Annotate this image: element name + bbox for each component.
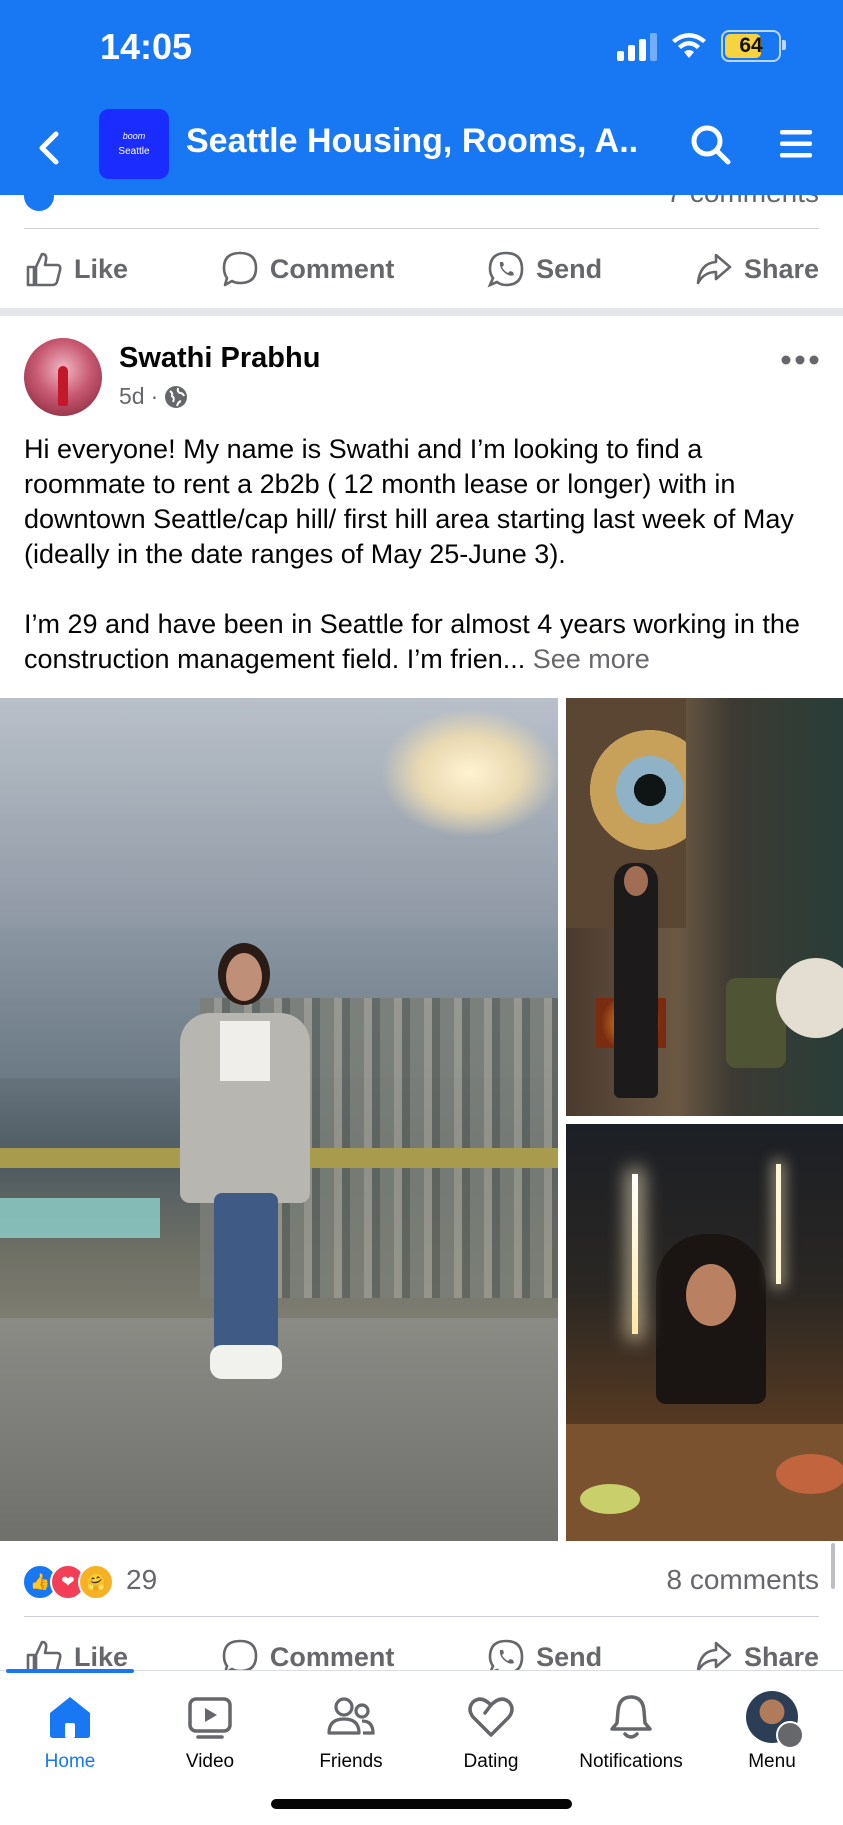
status-bar: 14:05 64 (0, 0, 843, 100)
post-header: Swathi Prabhu 5d · (0, 316, 843, 426)
like-label: Like (74, 1641, 129, 1672)
previous-post-comments[interactable]: 7 comments (667, 195, 820, 209)
reaction-count[interactable]: 29 (126, 1564, 157, 1596)
reactions-summary: 👍 ❤ 🤗 29 8 comments (0, 1550, 843, 1610)
menu-badge-icon (776, 1721, 804, 1749)
see-more-link[interactable]: See more (533, 644, 650, 674)
tab-menu-label: Menu (748, 1751, 796, 1772)
tab-menu[interactable]: Menu (702, 1691, 842, 1773)
care-reaction-icon: 🤗 (78, 1564, 114, 1600)
hamburger-menu-icon[interactable] (776, 124, 816, 164)
tab-friends-label: Friends (319, 1751, 383, 1772)
post-paragraph-2: I’m 29 and have been in Seattle for almo… (24, 607, 824, 677)
group-header: boom Seattle Seattle Housing, Rooms, A..… (0, 100, 843, 195)
share-button[interactable]: Share (694, 249, 819, 289)
share-label: Share (743, 253, 819, 284)
comment-label: Comment (269, 253, 395, 284)
share-arrow-icon (696, 253, 732, 285)
tab-friends[interactable]: Friends (281, 1691, 421, 1773)
dating-icon (468, 1697, 514, 1737)
send-button[interactable]: Send (486, 249, 602, 289)
bell-icon (610, 1695, 652, 1739)
post-separator (0, 308, 843, 316)
previous-post-reactions: 7 comments (0, 195, 843, 213)
author-name[interactable]: Swathi Prabhu (119, 342, 320, 375)
search-icon[interactable] (688, 122, 732, 166)
photo-birthday[interactable] (566, 1124, 843, 1541)
tab-dating-label: Dating (463, 1751, 519, 1772)
tab-dating[interactable]: Dating (421, 1691, 561, 1773)
friends-icon (327, 1697, 375, 1735)
comment-label: Comment (269, 1641, 395, 1672)
globe-icon (165, 385, 188, 408)
status-time: 14:05 (100, 26, 193, 67)
tab-notifications-label: Notifications (579, 1751, 683, 1772)
meta-separator: · (150, 383, 159, 409)
share-label: Share (743, 1641, 819, 1672)
like-label: Like (74, 253, 129, 284)
comments-count[interactable]: 8 comments (667, 1564, 820, 1596)
battery-level: 64 (739, 34, 763, 57)
active-tab-indicator (6, 1669, 134, 1673)
reaction-icons[interactable]: 👍 ❤ 🤗 (22, 1564, 114, 1600)
cellular-signal-icon (617, 31, 657, 61)
video-icon (188, 1697, 232, 1739)
whatsapp-icon (487, 251, 524, 288)
post-text: Hi everyone! My name is Swathi and I’m l… (24, 432, 824, 677)
more-options-icon[interactable] (780, 354, 820, 366)
send-label: Send (536, 1641, 603, 1672)
post-meta: 5d · (119, 383, 188, 410)
send-label: Send (536, 253, 603, 284)
post-time[interactable]: 5d (119, 383, 145, 410)
post-paragraph-1: Hi everyone! My name is Swathi and I’m l… (24, 434, 794, 569)
previous-post-actions: Like Comment Send Share (24, 228, 819, 309)
author-avatar[interactable] (24, 338, 102, 416)
like-reaction-icon (24, 195, 54, 211)
group-title[interactable]: Seattle Housing, Rooms, A... (186, 122, 636, 161)
group-logo[interactable]: boom Seattle (99, 109, 169, 179)
back-button[interactable] (30, 126, 70, 170)
thumbs-up-icon (26, 252, 62, 287)
tab-home-label: Home (44, 1751, 96, 1772)
comment-bubble-icon (222, 251, 258, 287)
photo-space-needle[interactable] (0, 698, 558, 1541)
tab-home[interactable]: Home (0, 1691, 140, 1773)
photo-restaurant[interactable] (566, 698, 843, 1116)
tab-notifications[interactable]: Notifications (561, 1691, 701, 1773)
photo-grid (0, 698, 843, 1541)
battery-icon: 64 (721, 30, 786, 62)
wifi-icon (672, 33, 706, 58)
logo-text-top: boom (122, 131, 146, 141)
tab-video-label: Video (185, 1751, 235, 1772)
logo-text-bottom: Seattle (118, 146, 150, 157)
post-paragraph-2-text: I’m 29 and have been in Seattle for almo… (24, 609, 800, 674)
like-button[interactable]: Like (24, 249, 128, 289)
status-icons: 64 (617, 30, 786, 62)
scrollbar[interactable] (831, 1543, 835, 1589)
home-icon (50, 1697, 90, 1738)
tab-video[interactable]: Video (140, 1691, 280, 1773)
profile-avatar (746, 1691, 804, 1749)
comment-button[interactable]: Comment (220, 249, 395, 289)
home-indicator (271, 1799, 572, 1809)
